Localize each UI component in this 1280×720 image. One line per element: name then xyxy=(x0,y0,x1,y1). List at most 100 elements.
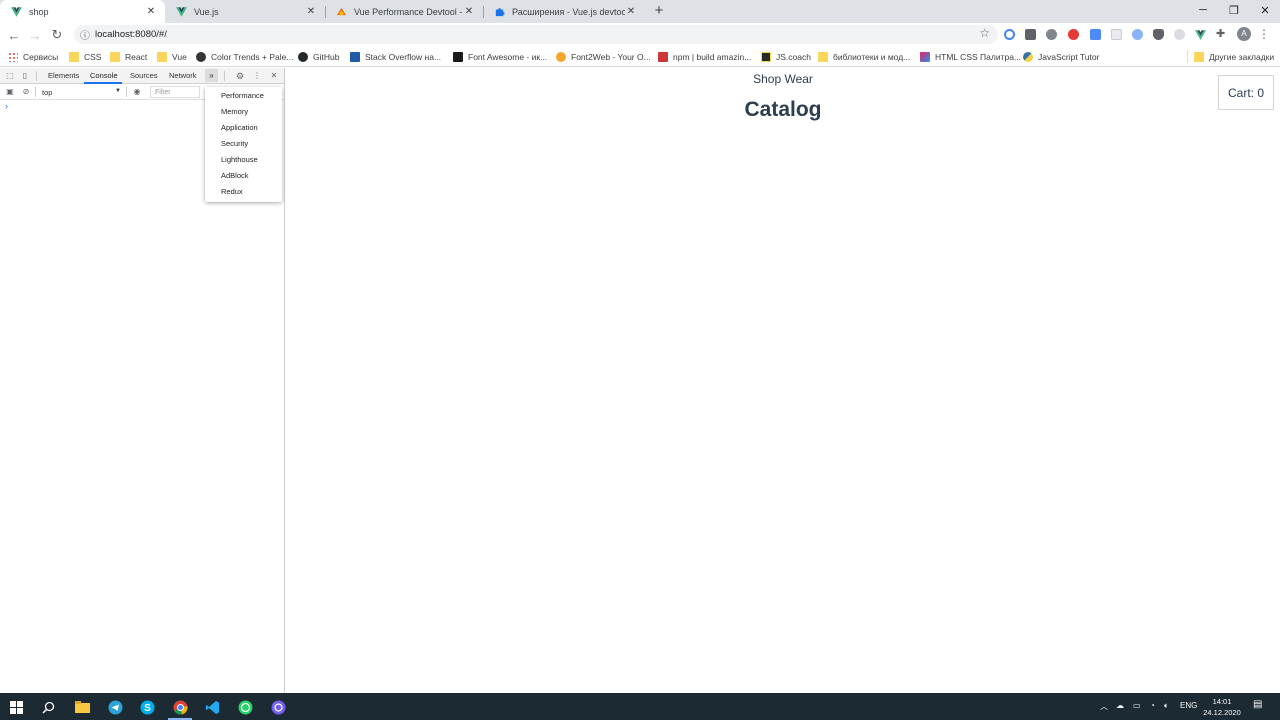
menu-item-security[interactable]: Security xyxy=(205,136,282,152)
devtools-tab-console[interactable]: Console xyxy=(90,71,118,80)
close-tab-icon[interactable]: ✕ xyxy=(305,6,317,17)
windows-taskbar: S ︿ ☁ ▭ ◔ 🔈︎ ENG 14:01 24.12.2020 ▤ xyxy=(0,693,1280,720)
browser-tab-vuejs[interactable]: Vue.js ✕ xyxy=(165,0,325,23)
active-tab-indicator xyxy=(84,82,122,84)
whatsapp-icon[interactable] xyxy=(235,697,255,717)
bookmark-react[interactable]: React xyxy=(110,49,147,64)
extension-blank-icon[interactable] xyxy=(1111,29,1122,40)
extension-gray-icon[interactable] xyxy=(1046,29,1057,40)
bookmark-services[interactable]: Сервисы xyxy=(8,49,58,64)
bookmark-color-trends[interactable]: Color Trends + Pale... xyxy=(196,49,293,64)
system-clock[interactable]: 14:01 24.12.2020 xyxy=(1200,696,1244,718)
bookmark-npm[interactable]: npm | build amazin... xyxy=(658,49,751,64)
search-icon[interactable] xyxy=(38,697,58,717)
browser-tab-shop[interactable]: shop ✕ xyxy=(0,0,165,23)
more-tabs-menu: Performance Memory Application Security … xyxy=(205,87,282,202)
menu-item-redux[interactable]: Redux xyxy=(205,184,282,200)
inspect-element-icon[interactable]: ⬚ xyxy=(5,71,15,81)
console-filter-input[interactable]: Filter xyxy=(150,86,200,98)
vue-icon xyxy=(10,6,22,18)
cart-button[interactable]: Cart: 0 xyxy=(1218,75,1274,110)
new-tab-button[interactable]: + xyxy=(650,2,668,20)
close-devtools-icon[interactable]: ✕ xyxy=(269,71,279,81)
palette-icon xyxy=(196,51,206,62)
bookmark-css[interactable]: CSS xyxy=(69,49,101,64)
extension-light-icon[interactable] xyxy=(1174,29,1185,40)
more-tabs-button[interactable]: » xyxy=(205,69,218,82)
restore-icon[interactable]: ❐ xyxy=(1219,0,1249,20)
jscoach-icon xyxy=(761,51,771,62)
device-toolbar-icon[interactable]: ▯ xyxy=(20,71,30,81)
volume-icon[interactable]: 🔈︎ xyxy=(1164,701,1169,711)
kebab-menu-icon[interactable]: ⋮ xyxy=(252,71,262,81)
devtools-tab-sources[interactable]: Sources xyxy=(130,71,158,80)
bookmark-font2web[interactable]: Font2Web - Your O... xyxy=(556,49,651,64)
clear-console-icon[interactable]: ⊘ xyxy=(21,87,31,97)
close-tab-icon[interactable]: ✕ xyxy=(463,6,475,17)
folder-icon xyxy=(69,51,79,62)
apps-icon xyxy=(8,51,18,62)
reload-icon[interactable]: ↻ xyxy=(48,26,66,44)
windows-start-icon[interactable] xyxy=(6,697,26,717)
browser-tab-extensions[interactable]: Расширения - Vue.js devtools ✕ xyxy=(483,0,645,23)
address-bar[interactable]: ⓘ localhost:8080/#/ ☆ xyxy=(74,25,998,44)
close-window-icon[interactable]: ✕ xyxy=(1250,0,1280,20)
bookmark-javascript-tutor[interactable]: JavaScript Tutor xyxy=(1023,49,1099,64)
language-indicator[interactable]: ENG xyxy=(1180,701,1197,710)
telegram-icon[interactable] xyxy=(105,697,125,717)
extension-vue-devtools-icon[interactable] xyxy=(1195,29,1206,40)
tab-title: Vue.js xyxy=(194,6,219,17)
chrome-icon[interactable] xyxy=(170,697,190,717)
extension-screenshot-icon[interactable] xyxy=(1025,29,1036,40)
extension-check-icon[interactable] xyxy=(1090,29,1101,40)
bookmark-libraries[interactable]: библиотеки и мод... xyxy=(818,49,910,64)
bookmark-stackoverflow[interactable]: Stack Overflow на... xyxy=(350,49,441,64)
console-prompt[interactable]: › xyxy=(5,101,8,111)
bookmark-star-icon[interactable]: ☆ xyxy=(979,26,990,40)
bookmark-html-css-palette[interactable]: HTML CSS Палитра... xyxy=(920,49,1021,64)
battery-icon[interactable]: ▭ xyxy=(1133,701,1141,710)
extension-opera-icon[interactable] xyxy=(1068,29,1079,40)
sidebar-toggle-icon[interactable]: ▣ xyxy=(5,87,15,97)
menu-item-performance[interactable]: Performance xyxy=(205,88,282,104)
close-tab-icon[interactable]: ✕ xyxy=(145,6,157,17)
back-icon[interactable]: ← xyxy=(5,26,23,44)
extensions-puzzle-icon[interactable]: ✚ xyxy=(1216,29,1227,40)
show-hidden-icons[interactable]: ︿ xyxy=(1100,701,1108,712)
bookmark-jscoach[interactable]: JS.coach xyxy=(761,49,811,64)
browser-tab-vue-performance[interactable]: Vue Performance Devtool - Инте ✕ xyxy=(325,0,483,23)
network-status-icon[interactable]: ☁ xyxy=(1116,701,1124,710)
forward-icon[interactable]: → xyxy=(26,26,44,44)
url-text: localhost:8080/#/ xyxy=(95,29,167,40)
wifi-icon[interactable]: ◔ xyxy=(1150,701,1155,710)
skype-icon[interactable]: S xyxy=(137,697,157,717)
context-selector[interactable]: top xyxy=(42,88,52,97)
devtools-tab-elements[interactable]: Elements xyxy=(48,71,79,80)
info-icon[interactable]: ⓘ xyxy=(80,27,90,42)
bookmark-vue[interactable]: Vue xyxy=(157,49,187,64)
minimize-icon[interactable]: ─ xyxy=(1188,0,1218,20)
menu-item-lighthouse[interactable]: Lighthouse xyxy=(205,152,282,168)
menu-item-memory[interactable]: Memory xyxy=(205,104,282,120)
extension-blue-icon[interactable] xyxy=(1132,29,1143,40)
devtools-tab-network[interactable]: Network xyxy=(169,71,197,80)
extension-chrome-icon[interactable] xyxy=(1004,29,1015,40)
extension-shield-icon[interactable] xyxy=(1153,29,1164,40)
eye-icon[interactable]: ◉ xyxy=(132,87,142,97)
bookmark-other[interactable]: Другие закладки xyxy=(1194,49,1274,64)
browser-menu-icon[interactable]: ⋮ xyxy=(1258,27,1270,41)
bookmark-font-awesome[interactable]: Font Awesome - ик... xyxy=(453,49,547,64)
profile-avatar[interactable]: A xyxy=(1237,27,1251,41)
notifications-icon[interactable]: ▤ xyxy=(1253,699,1262,710)
close-tab-icon[interactable]: ✕ xyxy=(625,6,637,17)
menu-item-application[interactable]: Application xyxy=(205,120,282,136)
python-icon xyxy=(1023,51,1033,62)
chevron-down-icon: ▼ xyxy=(115,88,121,94)
menu-item-adblock[interactable]: AdBlock xyxy=(205,168,282,184)
viber-icon[interactable] xyxy=(268,697,288,717)
file-explorer-icon[interactable] xyxy=(72,697,92,717)
gear-icon[interactable]: ⚙ xyxy=(235,71,245,81)
bookmark-github[interactable]: GitHub xyxy=(298,49,339,64)
vscode-icon[interactable] xyxy=(202,697,222,717)
svg-text:S: S xyxy=(144,703,151,714)
